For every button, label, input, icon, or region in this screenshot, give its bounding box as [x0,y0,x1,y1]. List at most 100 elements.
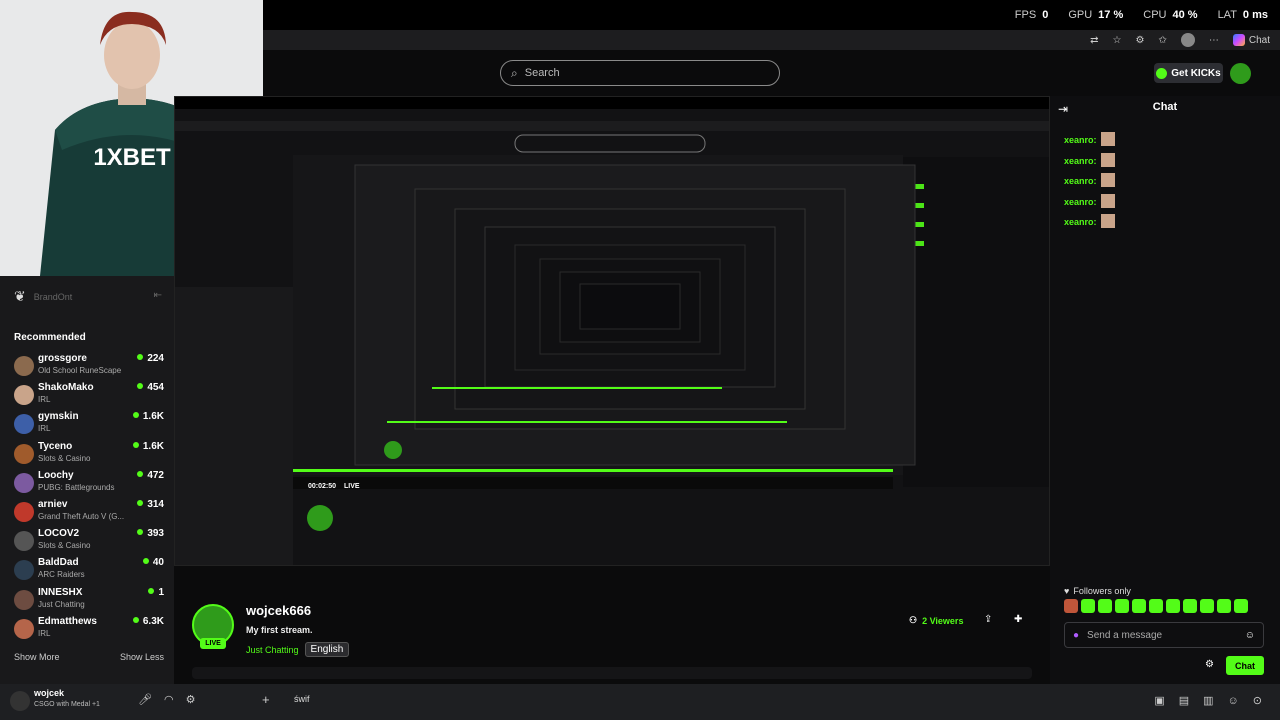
channel-avatar [14,385,34,406]
emoji-icon[interactable]: ☺ [1245,630,1255,641]
viewer-count: 40 [143,557,164,568]
chat-message: xeanro: [1064,214,1115,228]
kick-logo-icon [1156,67,1168,79]
emote-icon[interactable] [1217,599,1231,613]
channel-avatar [14,589,34,610]
sidebar-user[interactable]: ❦ BrandOnt [14,288,72,305]
profile-icon[interactable] [1180,33,1195,47]
channel-category: PUBG: Battlegrounds [38,482,115,492]
get-kicks-button[interactable]: Get KICKs [1154,63,1223,83]
follow-icon[interactable]: ✚ [1014,614,1022,625]
sidebar-item-gymskin[interactable]: gymskin IRL 1.6K [14,410,164,438]
gift-icon[interactable]: ▣ [1154,694,1164,707]
sidebar-item-balddad[interactable]: BaldDad ARC Raiders 40 [14,556,164,584]
channel-name: Edmatthews [38,615,97,627]
sidebar-item-tyceno[interactable]: Tyceno Slots & Casino 1.6K [14,440,164,468]
emote-icon[interactable] [1081,599,1095,613]
emote-icon[interactable] [1234,599,1248,613]
chat-send-button[interactable]: Chat [1226,656,1264,675]
chat-username[interactable]: xeanro: [1064,156,1097,166]
sidebar-item-locov2[interactable]: LOCOV2 Slots & Casino 393 [14,527,164,555]
sidebar-item-edmatthews[interactable]: Edmatthews IRL 6.3K [14,615,164,643]
search-input[interactable]: ⌕ Search [500,60,780,86]
emote-icon[interactable] [1098,599,1112,613]
category-link[interactable]: Just Chatting [246,645,299,655]
star-icon[interactable]: ☆ [1113,35,1122,46]
add-icon[interactable]: + [262,692,270,707]
server-name[interactable]: świf [294,694,310,704]
emote-icon[interactable] [1149,599,1163,613]
viewer-count: 314 [137,499,164,510]
sidebar-item-arniev[interactable]: arniev Grand Theft Auto V (G... 314 [14,498,164,526]
channel-avatar [14,443,34,464]
show-less-button[interactable]: Show Less [120,652,164,662]
emote-icon[interactable] [1115,599,1129,613]
channel-name: gymskin [38,411,79,423]
gif-icon[interactable]: ▤ [1179,694,1189,707]
bookmarks-icon[interactable]: ✩ [1158,35,1166,46]
channel-category: Just Chatting [38,599,85,609]
channel-category: IRL [38,628,51,638]
chat-emote [1100,132,1115,146]
sidebar-item-grossgore[interactable]: grossgore Old School RuneScape 224 [14,352,164,380]
share-icon[interactable]: ⇪ [984,614,992,625]
channel-name: ShakoMako [38,382,94,394]
sidebar-item-loochy[interactable]: Loochy PUBG: Battlegrounds 472 [14,469,164,497]
viewer-count: 393 [137,528,164,539]
chat-username[interactable]: xeanro: [1064,135,1097,145]
browser-chat-button[interactable]: Chat [1232,34,1270,46]
about-panel [192,667,1032,679]
viewer-count: 472 [137,470,164,481]
chat-panel: ⇥ Chat xeanro: xeanro: xeanro: xeanro: xeanr… [1050,96,1280,684]
stream-player[interactable]: 00:02:50 LIVE [174,96,1050,566]
viewer-count: 1.6K [133,441,164,452]
users-icon: ⚇ [909,615,918,625]
stream-info: LIVE wojcek666 My first stream. Just Cha… [174,594,1050,684]
channel-category: IRL [38,395,51,405]
emote-icon[interactable] [1183,599,1197,613]
followers-only-notice: ♥ Followers only [1064,586,1131,596]
chat-username[interactable]: xeanro: [1064,197,1097,207]
chat-emote [1100,152,1115,167]
sticker-icon[interactable]: ▥ [1203,694,1213,707]
channel-name: Loochy [38,469,74,481]
channel-category: Grand Theft Auto V (G... [38,512,125,521]
chat-username[interactable]: xeanro: [1064,217,1097,227]
emote-icon[interactable] [1064,599,1078,613]
translate-icon[interactable]: ⇄ [1090,35,1098,46]
apps-icon[interactable]: ⊙ [1253,694,1262,707]
recommended-heading: Recommended [14,332,86,343]
sidebar-item-shakomako[interactable]: ShakoMako IRL 454 [14,381,164,409]
kick-logo-icon: ❦ [14,288,26,304]
emoji-icon[interactable]: ☺ [1228,695,1239,707]
channel-avatar [14,560,34,581]
extensions-icon[interactable]: ⚙ [1136,35,1145,46]
emote-icon[interactable] [1166,599,1180,613]
emote-icon[interactable] [1132,599,1146,613]
channel-avatar [14,502,34,522]
emote-icon[interactable] [1200,599,1214,613]
mic-icon[interactable]: ● [1073,630,1079,641]
chat-message: xeanro: [1064,193,1115,208]
chat-username[interactable]: xeanro: [1064,176,1097,186]
collapse-icon[interactable]: ⇤ [154,290,162,301]
chat-title: Chat [1152,101,1178,113]
user-avatar[interactable] [1230,63,1251,84]
streamer-name[interactable]: wojcek666 [246,603,311,618]
show-more-button[interactable]: Show More [14,652,60,662]
discord-status-bar: wojcek CSGO with Medal +1 🎤︎ ◠ ⚙ + świf … [0,684,1280,720]
gpu-readout: GPU 17 % [1068,9,1124,21]
stream-title: My first stream. [246,625,313,635]
user-avatar[interactable] [10,691,30,711]
channel-avatar [14,472,34,493]
chat-message-input[interactable]: ● Send a message ☺ [1064,622,1264,648]
menu-icon[interactable]: ⋯ [1209,35,1219,46]
channel-avatar [14,618,34,639]
mic-icon[interactable]: 🎤︎ [138,693,152,706]
chat-message: xeanro: [1064,132,1115,146]
sidebar-item-inneshx[interactable]: INNESHX Just Chatting 1 [14,586,164,614]
language-tag[interactable]: English [304,642,350,657]
headset-icon[interactable]: ◠ [164,693,174,706]
settings-icon[interactable]: ⚙ [186,693,196,706]
chat-settings-icon[interactable]: ⚙ [1205,659,1214,670]
